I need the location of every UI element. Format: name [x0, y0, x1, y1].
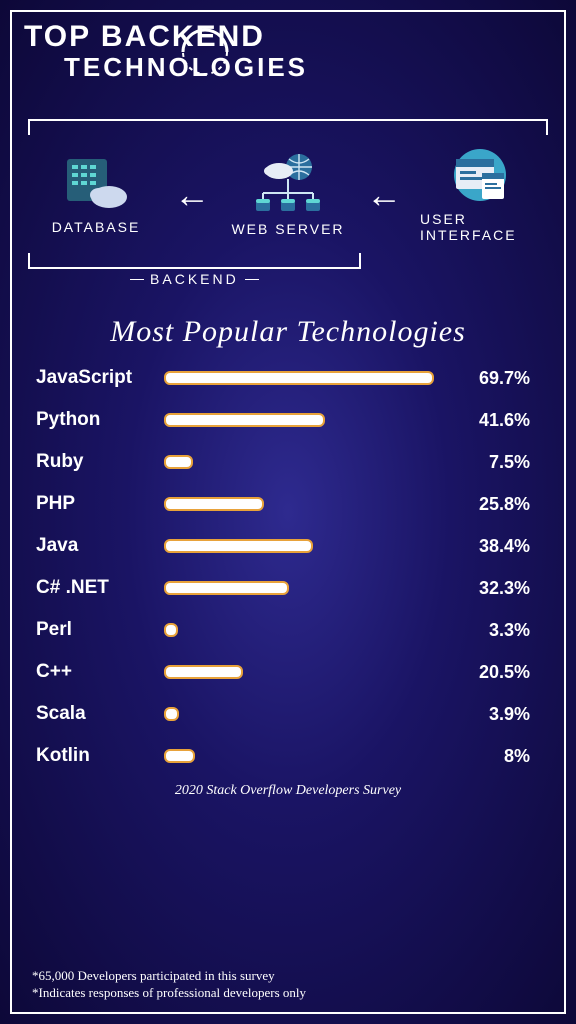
- bar-track: [164, 749, 444, 763]
- bar-track: [164, 707, 444, 721]
- bar-fill: [164, 665, 243, 679]
- architecture-diagram: DATABASE ← WEB SERVER ←: [28, 119, 548, 289]
- bar-fill: [164, 539, 313, 553]
- top-bracket: [28, 119, 548, 135]
- header: TOP BACKEND TECHNOLOGIES: [0, 0, 576, 91]
- bar-track: [164, 497, 444, 511]
- ui-node: USER INTERFACE: [420, 147, 540, 243]
- webserver-icon: [245, 153, 331, 215]
- bar-fill: [164, 623, 178, 637]
- bar-fill: [164, 749, 195, 763]
- bar-fill: [164, 413, 325, 427]
- bar-fill: [164, 455, 193, 469]
- bar-track: [164, 539, 444, 553]
- bar-fill: [164, 707, 179, 721]
- bar-track: [164, 581, 444, 595]
- database-node: DATABASE: [36, 155, 156, 235]
- title-line1: TOP BACKEND: [24, 20, 552, 54]
- webserver-label: WEB SERVER: [231, 221, 344, 237]
- user-interface-icon: [444, 147, 516, 205]
- backend-label: BACKEND: [28, 271, 361, 287]
- arrow-icon: ←: [366, 174, 402, 216]
- bar-fill: [164, 581, 289, 595]
- bottom-bracket: [28, 253, 361, 269]
- arrow-icon: ←: [174, 174, 210, 216]
- bar-track: [164, 413, 444, 427]
- database-icon: [61, 155, 131, 213]
- bar-track: [164, 455, 444, 469]
- webserver-node: WEB SERVER: [228, 153, 348, 237]
- footnote-2: *Indicates responses of professional dev…: [32, 985, 306, 1002]
- bar-track: [164, 665, 444, 679]
- footnote-1: *65,000 Developers participated in this …: [32, 968, 306, 985]
- bar-fill: [164, 497, 264, 511]
- bar-fill: [164, 371, 434, 385]
- database-label: DATABASE: [52, 219, 141, 235]
- bar-track: [164, 371, 444, 385]
- bar-track: [164, 623, 444, 637]
- title-line2: TECHNOLOGIES: [64, 52, 552, 83]
- footnotes: *65,000 Developers participated in this …: [32, 968, 306, 1002]
- orbit-icon: [175, 22, 235, 82]
- ui-label: USER INTERFACE: [420, 211, 540, 243]
